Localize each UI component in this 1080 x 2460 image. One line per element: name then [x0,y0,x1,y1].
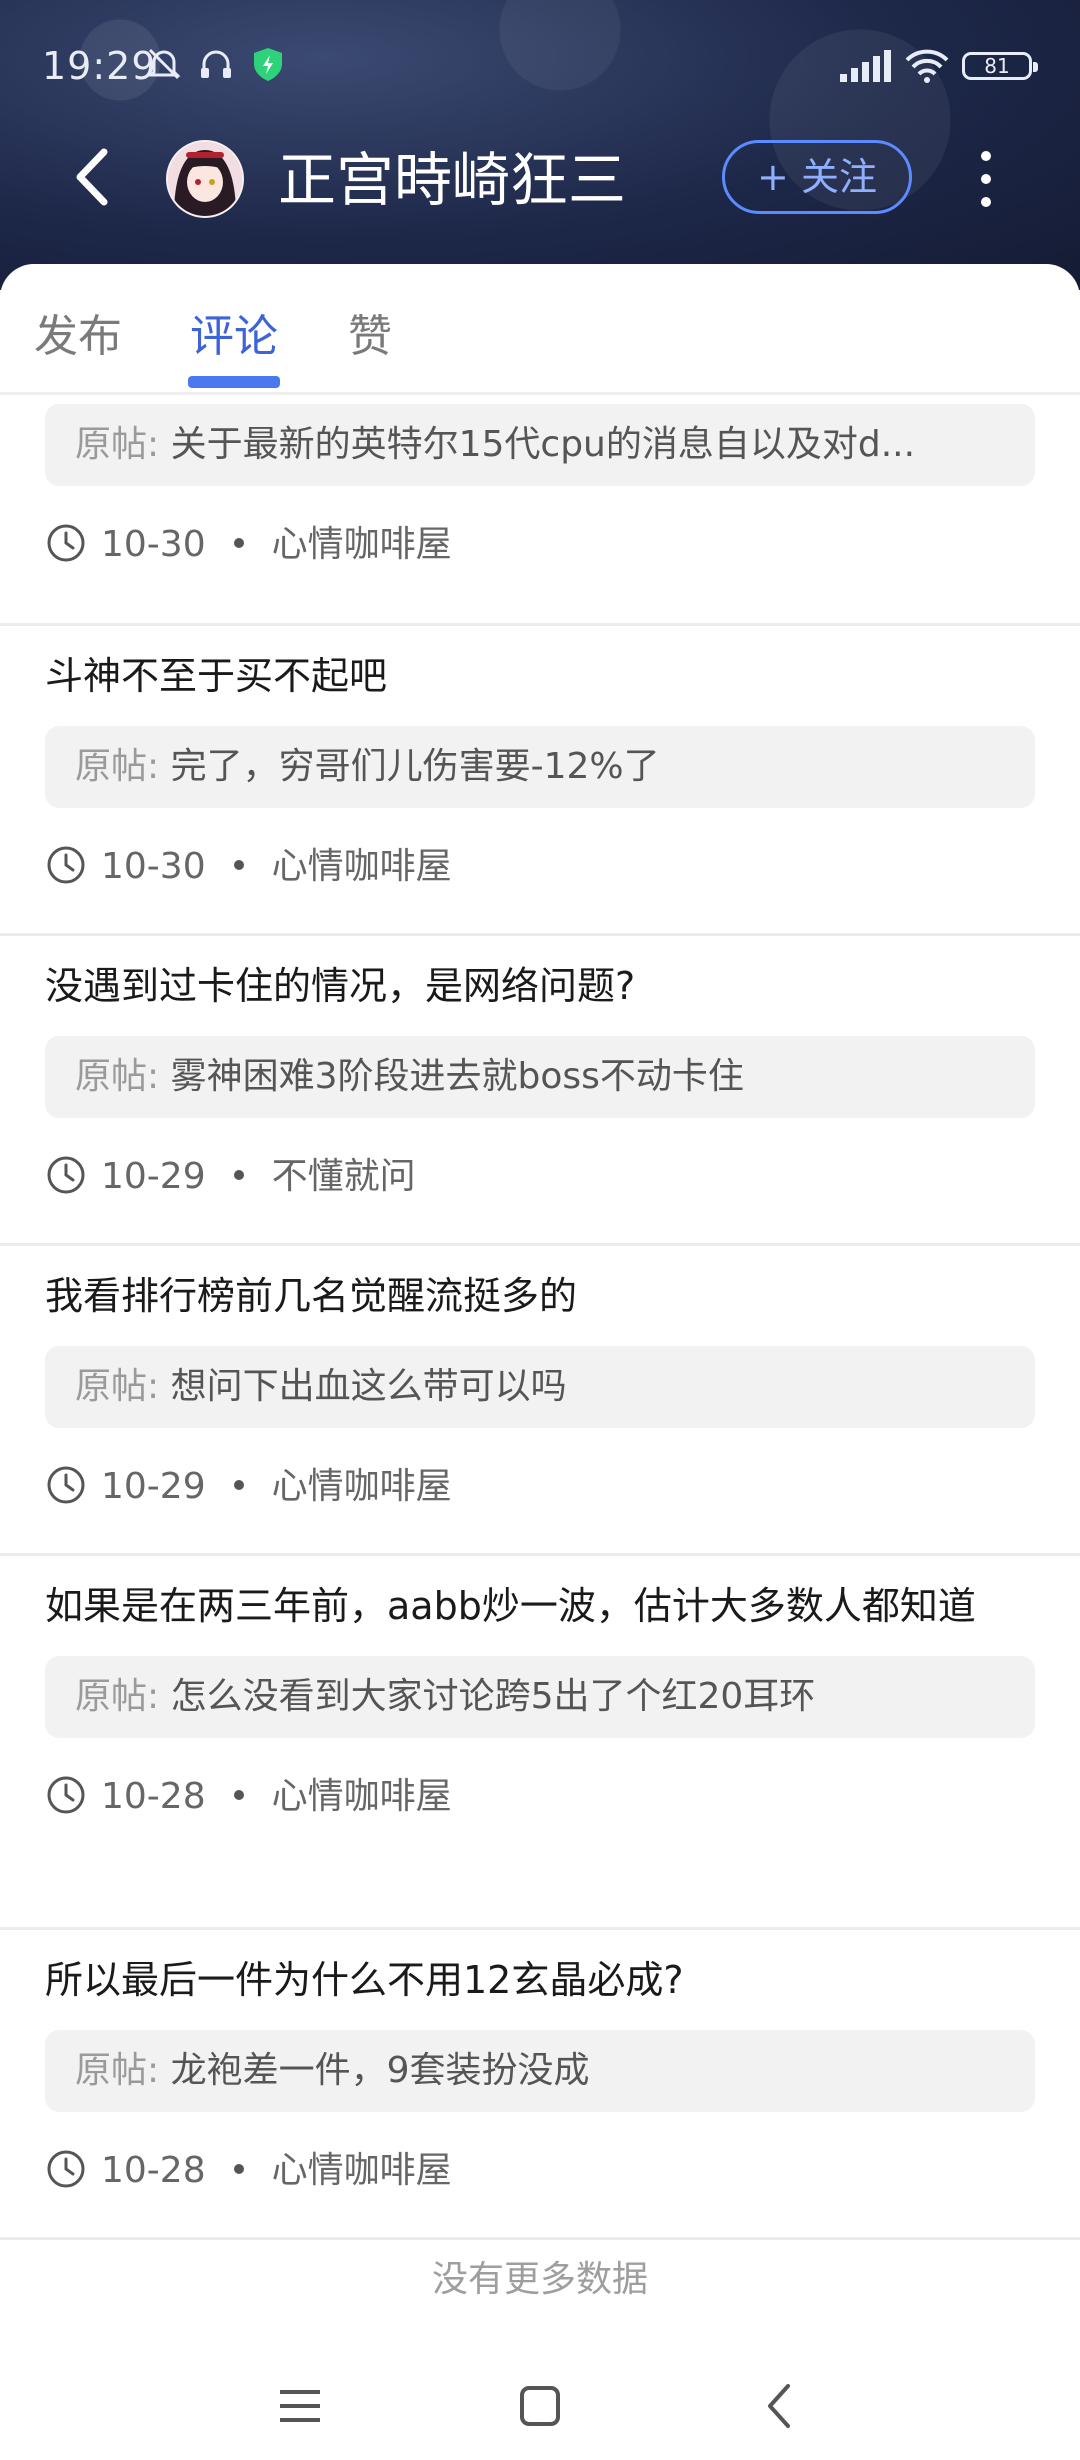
clock-icon [47,524,85,562]
list-item[interactable]: 我看排行榜前几名觉醒流挺多的 原帖: 想问下出血这么带可以吗 10-29 心情咖啡… [0,1246,1080,1556]
original-post[interactable]: 原帖: 雾神困难3阶段进去就boss不动卡住 [45,1036,1035,1118]
list-item[interactable]: 所以最后一件为什么不用12玄晶必成? 原帖: 龙袍差一件，9套装扮没成 10-2… [0,1930,1080,2240]
item-meta: 10-29 不懂就问 [45,1118,1035,1236]
comment-list: 原帖: 关于最新的英特尔15代cpu的消息自以及对d... 10-30 心情咖啡屋… [0,392,1080,2240]
item-forum[interactable]: 心情咖啡屋 [272,524,452,565]
home-icon[interactable] [510,2376,570,2436]
original-post-title: 完了，穷哥们儿伤害要-12%了 [170,746,660,787]
item-date: 10-29 [101,1156,206,1197]
tab-bar: 发布 评论 赞 [0,264,1080,395]
separator-dot [233,538,244,548]
separator-dot [233,1790,244,1800]
original-post-label: 原帖: [75,1366,160,1407]
tab-likes[interactable]: 赞 [348,300,392,364]
battery-level: 81 [984,54,1010,78]
avatar[interactable] [166,140,244,218]
signal-icon [840,50,891,82]
original-post-title: 想问下出血这么带可以吗 [170,1366,567,1407]
separator-dot [233,2164,244,2174]
item-meta: 10-28 心情咖啡屋 [45,1738,1035,1856]
item-meta: 10-29 心情咖啡屋 [45,1428,1035,1546]
original-post-title: 关于最新的英特尔15代cpu的消息自以及对d... [170,424,916,465]
shield-icon [254,48,282,81]
content-sheet: 发布 评论 赞 原帖: 关于最新的英特尔15代cpu的消息自以及对d... 10… [0,264,1080,2460]
original-post[interactable]: 原帖: 完了，穷哥们儿伤害要-12%了 [45,726,1035,808]
original-post-title: 怎么没看到大家讨论跨5出了个红20耳环 [170,1676,816,1717]
item-date: 10-28 [101,2150,206,2191]
original-post[interactable]: 原帖: 关于最新的英特尔15代cpu的消息自以及对d... [45,404,1035,486]
item-forum[interactable]: 心情咖啡屋 [272,2150,452,2191]
original-post-label: 原帖: [75,746,160,787]
item-date: 10-30 [101,524,206,565]
original-post-title: 雾神困难3阶段进去就boss不动卡住 [170,1056,744,1097]
battery-icon: 81 [962,52,1038,80]
comment-text: 斗神不至于买不起吧 [45,654,388,698]
original-post[interactable]: 原帖: 想问下出血这么带可以吗 [45,1346,1035,1428]
item-meta: 10-30 心情咖啡屋 [45,486,1035,604]
original-post-label: 原帖: [75,424,160,465]
comment-text: 我看排行榜前几名觉醒流挺多的 [45,1274,578,1318]
system-navigation-bar [0,2360,1080,2460]
comment-text: 如果是在两三年前，aabb炒一波，估计大多数人都知道 [45,1584,976,1628]
tab-comments[interactable]: 评论 [190,300,278,364]
more-options-icon[interactable] [966,146,1006,212]
follow-button[interactable]: + 关注 [722,140,912,214]
item-meta: 10-28 心情咖啡屋 [45,2112,1035,2230]
item-meta: 10-30 心情咖啡屋 [45,808,1035,926]
list-item[interactable]: 斗神不至于买不起吧 原帖: 完了，穷哥们儿伤害要-12%了 10-30 心情咖啡屋 [0,626,1080,936]
tab-posts[interactable]: 发布 [34,300,122,364]
original-post-label: 原帖: [75,1056,160,1097]
comment-text: 没遇到过卡住的情况，是网络问题? [45,964,636,1008]
original-post[interactable]: 原帖: 怎么没看到大家讨论跨5出了个红20耳环 [45,1656,1035,1738]
back-icon[interactable] [750,2376,810,2436]
original-post[interactable]: 原帖: 龙袍差一件，9套装扮没成 [45,2030,1035,2112]
clock-icon [47,1156,85,1194]
item-forum[interactable]: 心情咖啡屋 [272,846,452,887]
item-date: 10-29 [101,1466,206,1507]
headset-icon [201,50,231,78]
top-navbar: 正宫時崎狂三 + 关注 [0,120,1080,240]
list-item[interactable]: 如果是在两三年前，aabb炒一波，估计大多数人都知道 原帖: 怎么没看到大家讨论… [0,1556,1080,1930]
page-title: 正宫時崎狂三 [278,146,627,214]
original-post-title: 龙袍差一件，9套装扮没成 [170,2050,590,2091]
item-date: 10-30 [101,846,206,887]
bell-off-icon [147,48,181,80]
original-post-label: 原帖: [75,1676,160,1717]
menu-icon[interactable] [270,2376,330,2436]
original-post-label: 原帖: [75,2050,160,2091]
back-arrow-icon[interactable] [60,142,130,212]
comment-text: 所以最后一件为什么不用12玄晶必成? [45,1958,684,2002]
status-time: 19:29 [42,44,157,88]
clock-icon [47,1466,85,1504]
separator-dot [233,1170,244,1180]
clock-icon [47,1776,85,1814]
avatar-image [168,142,242,216]
tab-active-indicator [188,376,280,388]
item-date: 10-28 [101,1776,206,1817]
list-item[interactable]: 没遇到过卡住的情况，是网络问题? 原帖: 雾神困难3阶段进去就boss不动卡住 … [0,936,1080,1246]
status-bar: 19:29 81 [0,0,1080,130]
clock-icon [47,2150,85,2188]
separator-dot [233,860,244,870]
clock-icon [47,846,85,884]
wifi-icon [905,49,949,83]
end-of-list-text: 没有更多数据 [431,2259,648,2300]
item-forum[interactable]: 心情咖啡屋 [272,1466,452,1507]
item-forum[interactable]: 不懂就问 [272,1156,416,1197]
item-forum[interactable]: 心情咖啡屋 [272,1776,452,1817]
list-item[interactable]: 原帖: 关于最新的英特尔15代cpu的消息自以及对d... 10-30 心情咖啡屋 [0,404,1080,626]
separator-dot [233,1480,244,1490]
